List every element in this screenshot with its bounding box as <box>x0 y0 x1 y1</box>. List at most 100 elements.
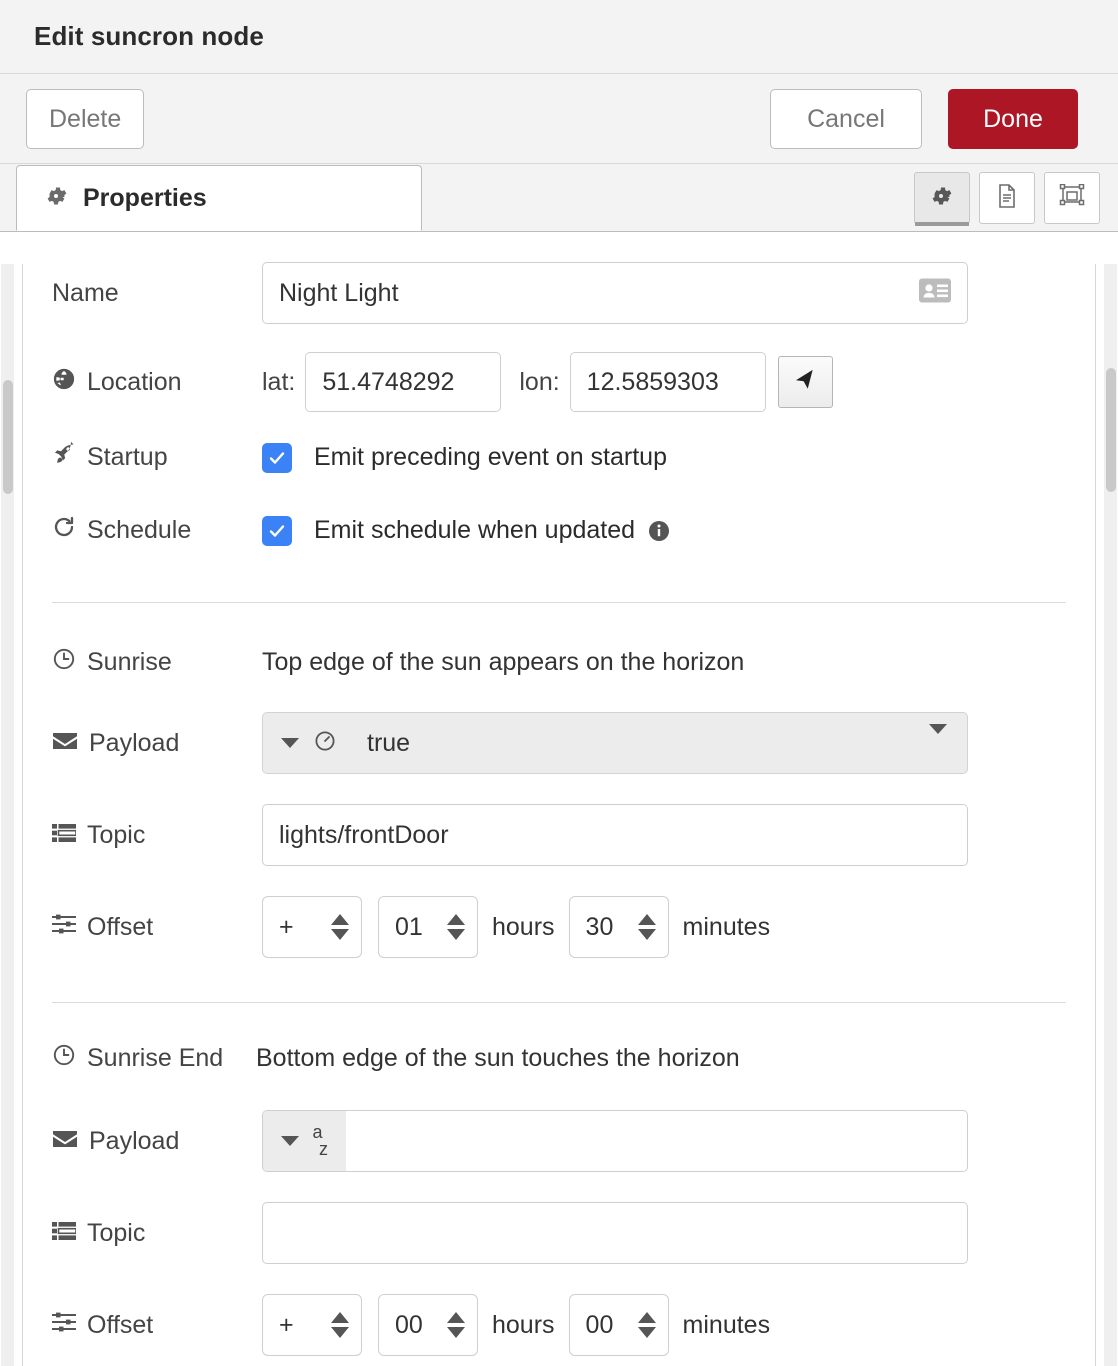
sunrise-topic-input[interactable] <box>262 804 968 866</box>
row-sunrise-end-offset: Offset + 00 hours 00 minutes <box>0 1294 1118 1356</box>
info-icon[interactable] <box>647 519 671 543</box>
sunrise-end-label-group: Sunrise End <box>52 1043 262 1074</box>
view-description-button[interactable] <box>979 172 1035 224</box>
sunrise-end-description: Bottom edge of the sun touches the horiz… <box>256 1044 740 1072</box>
arrow-up-icon[interactable] <box>637 914 656 925</box>
startup-checkbox[interactable] <box>262 442 292 473</box>
stepper-arrows[interactable] <box>447 1312 465 1338</box>
envelope-icon <box>52 729 78 758</box>
sunrise-end-payload-field[interactable]: az <box>262 1110 968 1172</box>
name-label: Name <box>52 278 119 307</box>
longitude-input[interactable] <box>569 352 766 412</box>
arrow-down-icon[interactable] <box>637 929 656 940</box>
section-divider-1 <box>52 602 1066 603</box>
arrow-down-icon[interactable] <box>637 1327 656 1338</box>
sunrise-payload-type-selector[interactable] <box>263 713 351 773</box>
startup-label-group: Startup <box>52 441 262 473</box>
sunrise-payload-field[interactable] <box>262 712 968 774</box>
tab-properties[interactable]: Properties <box>16 165 422 231</box>
sunrise-offset-minutes-stepper[interactable]: 30 <box>568 896 669 958</box>
scrollbar-left-thumb[interactable] <box>3 380 13 494</box>
sunrise-end-payload-label-group: Payload <box>52 1127 262 1156</box>
schedule-checkbox[interactable] <box>262 515 292 546</box>
arrow-up-icon[interactable] <box>331 914 349 925</box>
refresh-icon <box>52 515 76 546</box>
sunrise-end-offset-hours-stepper[interactable]: 00 <box>378 1294 478 1356</box>
stepper-arrows[interactable] <box>637 914 656 940</box>
arrow-down-icon[interactable] <box>447 929 465 940</box>
sunrise-offset-hours-unit: hours <box>492 912 555 941</box>
dialog-action-bar: Delete Cancel Done <box>0 74 1118 164</box>
arrow-up-icon[interactable] <box>447 1312 465 1323</box>
chevron-down-icon <box>281 1136 299 1146</box>
row-sunrise-payload: Payload <box>0 712 1118 774</box>
arrow-up-icon[interactable] <box>637 1312 656 1323</box>
sunrise-end-offset-sign-stepper[interactable]: + <box>262 1294 362 1356</box>
sunrise-end-offset-minutes-value: 00 <box>585 1310 614 1339</box>
name-input[interactable] <box>262 262 968 324</box>
properties-form: Name Night Light Location lat: 51.474829… <box>0 232 1118 1366</box>
sunrise-offset-sign-stepper[interactable]: + <box>262 896 362 958</box>
sunrise-offset-label-group: Offset <box>51 912 262 942</box>
gear-icon <box>930 184 954 213</box>
sunrise-offset-hours-stepper[interactable]: 01 <box>378 896 478 958</box>
boolean-icon <box>313 729 337 758</box>
sunrise-payload-label: Payload <box>89 728 180 757</box>
scrollbar-right-thumb[interactable] <box>1106 368 1116 492</box>
sunrise-topic-label-group: Topic <box>52 821 262 850</box>
sunrise-offset-minutes-unit: minutes <box>682 912 771 941</box>
dialog-title: Edit suncron node <box>34 21 264 51</box>
stepper-arrows[interactable] <box>331 1312 349 1338</box>
schedule-label: Schedule <box>87 516 192 544</box>
rocket-icon <box>52 441 76 473</box>
clock-icon <box>52 647 76 678</box>
stepper-arrows[interactable] <box>447 914 465 940</box>
stepper-arrows[interactable] <box>331 914 349 940</box>
schedule-checkbox-label: Emit schedule when updated <box>314 516 636 544</box>
row-name: Name <box>0 262 1118 324</box>
contact-card-icon <box>918 277 952 310</box>
latitude-input[interactable] <box>305 352 502 412</box>
appearance-icon <box>1059 183 1085 213</box>
sunrise-end-payload-input[interactable] <box>346 1111 967 1171</box>
view-appearance-button[interactable] <box>1044 172 1100 224</box>
row-sunrise-end-payload: Payload az <box>0 1110 1118 1172</box>
sunrise-end-topic-input[interactable] <box>262 1202 968 1264</box>
scrollbar-right-track[interactable] <box>1104 264 1117 1366</box>
view-properties-button[interactable] <box>914 172 970 226</box>
row-sunrise-topic: Topic <box>0 804 1118 866</box>
startup-checkbox-label: Emit preceding event on startup <box>314 443 667 471</box>
arrow-down-icon[interactable] <box>331 1327 349 1338</box>
arrow-up-icon[interactable] <box>447 914 465 925</box>
section-divider-2 <box>52 1002 1066 1003</box>
sliders-icon <box>51 913 77 942</box>
sunrise-end-offset-minutes-stepper[interactable]: 00 <box>568 1294 669 1356</box>
done-button[interactable]: Done <box>948 88 1078 149</box>
sunrise-topic-label: Topic <box>87 820 146 849</box>
tab-view-switcher <box>914 172 1100 226</box>
arrow-up-icon[interactable] <box>331 1312 349 1323</box>
cancel-button[interactable]: Cancel <box>770 88 922 149</box>
sunrise-payload-dropdown-button[interactable] <box>929 724 967 752</box>
tasks-list-icon <box>52 821 77 850</box>
sunrise-end-payload-type-selector[interactable]: az <box>263 1111 346 1171</box>
row-startup: Startup Emit preceding event on startup <box>0 441 1118 473</box>
location-label-group: Location <box>52 367 262 398</box>
gear-icon <box>45 184 69 213</box>
sunrise-end-topic-label-group: Topic <box>52 1219 262 1248</box>
stepper-arrows[interactable] <box>637 1312 656 1338</box>
clock-icon <box>52 1043 76 1074</box>
arrow-down-icon[interactable] <box>331 929 349 940</box>
sunrise-end-payload-label: Payload <box>89 1126 180 1155</box>
row-sunrise-end-topic: Topic <box>0 1202 1118 1264</box>
use-current-location-button[interactable] <box>777 356 833 408</box>
sunrise-offset-minutes-value: 30 <box>585 912 614 941</box>
scrollbar-left-track[interactable] <box>1 264 14 1366</box>
row-schedule: Schedule Emit schedule when updated <box>0 515 1118 546</box>
delete-button[interactable]: Delete <box>26 88 145 149</box>
sunrise-offset-label: Offset <box>87 912 154 941</box>
arrow-down-icon[interactable] <box>447 1327 465 1338</box>
sunrise-end-offset-sign-value: + <box>279 1310 294 1339</box>
sunrise-payload-input[interactable] <box>351 713 929 773</box>
sunrise-end-offset-minutes-unit: minutes <box>682 1310 771 1339</box>
